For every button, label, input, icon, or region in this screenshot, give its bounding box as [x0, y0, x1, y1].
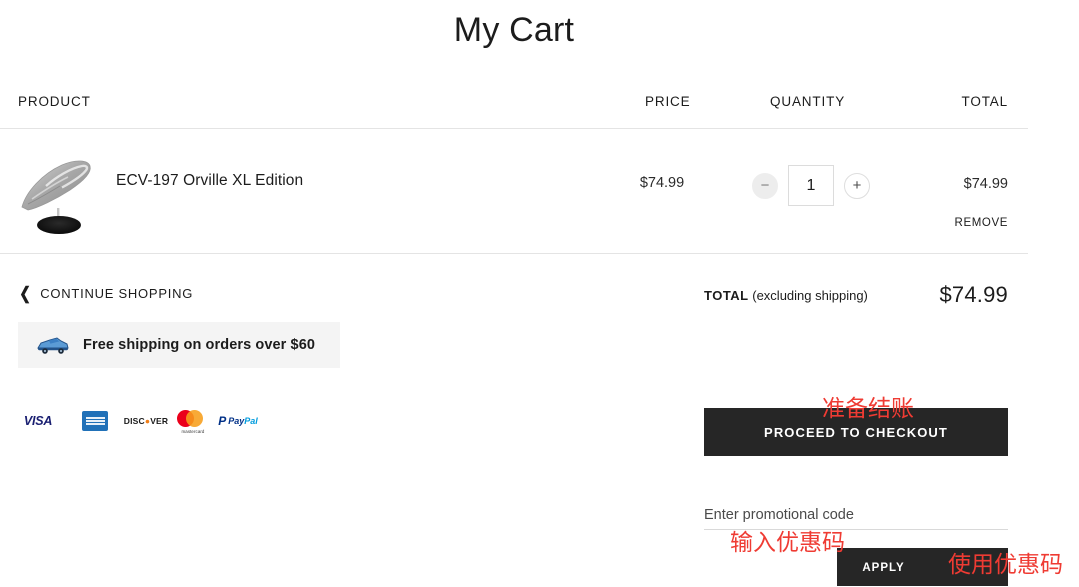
page-title: My Cart: [453, 11, 575, 49]
total-label: TOTAL (excluding shipping): [704, 288, 868, 303]
free-shipping-text: Free shipping on orders over $60: [83, 337, 316, 353]
remove-item-button[interactable]: REMOVE: [868, 217, 1008, 229]
column-header-total: TOTAL: [961, 94, 1008, 109]
product-price: $74.99: [639, 175, 685, 191]
discover-label: DISC●VER: [123, 416, 169, 426]
mastercard-icon: mastercard: [176, 406, 210, 436]
mastercard-label: mastercard: [181, 429, 205, 434]
table-row: ECV-197 Orville XL Edition $74.99 − + $7…: [0, 140, 1028, 250]
payment-methods: VISA DISC●VER mastercard P PayPal: [18, 406, 258, 438]
cart-table-header: PRODUCT PRICE QUANTITY TOTAL: [18, 94, 1028, 116]
total-label-text: TOTAL: [704, 288, 749, 303]
row-divider: [0, 253, 1028, 254]
free-shipping-banner: Free shipping on orders over $60: [18, 322, 340, 368]
continue-shopping-button[interactable]: ❮ CONTINUE SHOPPING: [18, 285, 193, 302]
annotation-apply: 使用优惠码: [948, 552, 1063, 578]
promotional-code-input[interactable]: [704, 500, 1008, 530]
quantity-input[interactable]: [788, 165, 834, 206]
quantity-increase-button[interactable]: +: [844, 172, 870, 199]
quantity-decrease-button[interactable]: −: [752, 172, 778, 199]
header-divider: [0, 128, 1028, 129]
total-amount: $74.99: [939, 282, 1008, 307]
paypal-mark: P: [218, 414, 227, 428]
column-header-product: PRODUCT: [18, 94, 91, 109]
chevron-left-icon: ❮: [19, 284, 31, 303]
annotation-promo-input: 输入优惠码: [730, 530, 845, 556]
quantity-stepper: − +: [752, 165, 870, 206]
discover-icon: DISC●VER: [122, 406, 170, 436]
total-note-text: (excluding shipping): [752, 288, 868, 303]
continue-shopping-label: CONTINUE SHOPPING: [40, 286, 194, 301]
product-name[interactable]: ECV-197 Orville XL Edition: [116, 172, 303, 190]
column-header-price: PRICE: [645, 94, 691, 109]
visa-label: VISA: [23, 414, 53, 428]
paypal-icon: P PayPal: [216, 406, 260, 436]
truck-icon: [37, 337, 69, 354]
product-line-total: $74.99: [963, 176, 1008, 192]
column-header-quantity: QUANTITY: [770, 94, 846, 109]
spaceship-model-icon[interactable]: [16, 152, 96, 236]
paypal-label: PayPal: [228, 416, 258, 426]
cart-total-row: TOTAL (excluding shipping) $74.99: [704, 282, 1008, 312]
annotation-checkout: 准备结账: [822, 396, 914, 422]
amex-icon: [80, 406, 110, 436]
visa-icon: VISA: [18, 406, 58, 436]
